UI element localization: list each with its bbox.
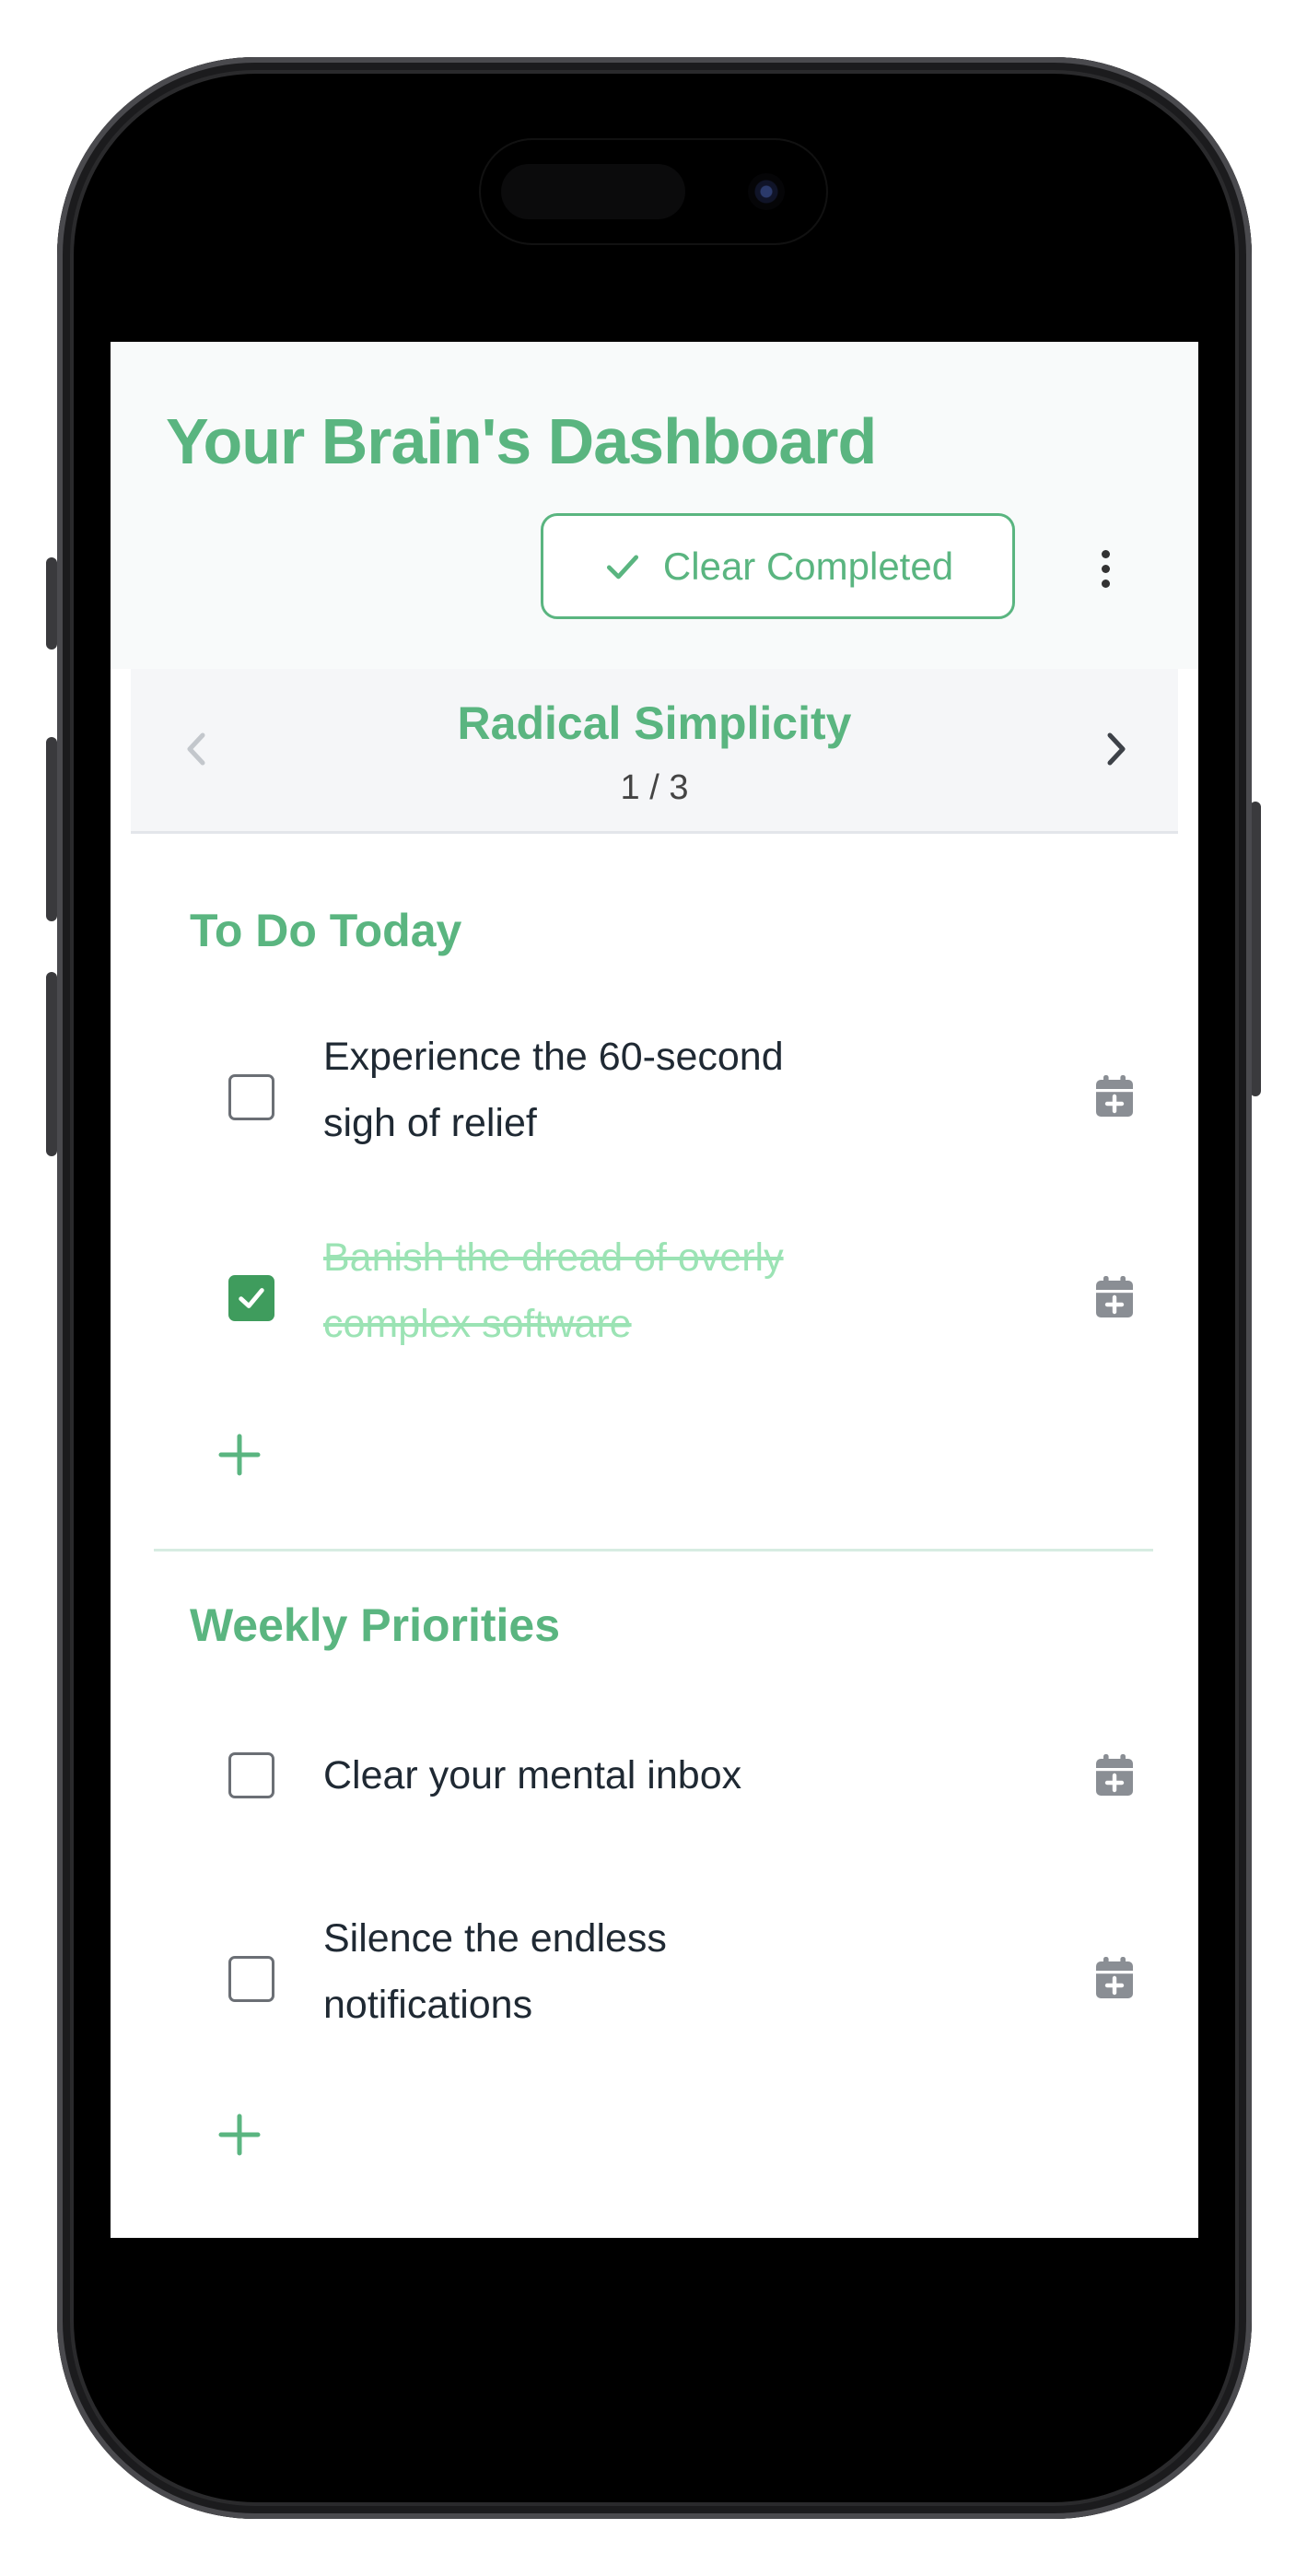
list-carousel: Radical Simplicity 1 / 3 xyxy=(131,669,1178,834)
kebab-menu-icon[interactable] xyxy=(1078,541,1133,596)
section-divider xyxy=(154,1549,1153,1551)
task-checkbox-checked[interactable] xyxy=(228,1275,274,1321)
task-checkbox[interactable] xyxy=(228,1074,274,1120)
task-text: Silence the endless notifications xyxy=(323,1916,667,2027)
chevron-right-icon[interactable] xyxy=(1084,717,1149,781)
dynamic-island xyxy=(481,140,826,243)
volume-down-button xyxy=(46,972,57,1156)
island-sensor xyxy=(501,164,685,219)
calendar-plus-icon[interactable] xyxy=(1094,1956,1135,2000)
task-text: Clear your mental inbox xyxy=(323,1753,742,1797)
page-indicator: 1 / 3 xyxy=(620,768,689,807)
clear-completed-label: Clear Completed xyxy=(662,544,954,588)
volume-up-button xyxy=(46,737,57,921)
add-task-button[interactable] xyxy=(212,1427,267,1482)
app-screen: Your Brain's Dashboard Clear Completed R… xyxy=(111,342,1198,2238)
task-checkbox[interactable] xyxy=(228,1956,274,2002)
page-title: Your Brain's Dashboard xyxy=(166,405,877,477)
task-text: Banish the dread of overly complex softw… xyxy=(323,1235,784,1346)
check-icon xyxy=(606,555,638,579)
calendar-plus-icon[interactable] xyxy=(1094,1275,1135,1319)
calendar-plus-icon[interactable] xyxy=(1094,1074,1135,1118)
kebab-dot xyxy=(1101,579,1110,588)
action-button xyxy=(46,557,57,650)
carousel-title: Radical Simplicity xyxy=(457,697,852,749)
clear-completed-button[interactable]: Clear Completed xyxy=(541,513,1015,619)
app-header: Your Brain's Dashboard Clear Completed xyxy=(111,342,1198,669)
calendar-plus-icon[interactable] xyxy=(1094,1753,1135,1797)
task-text: Experience the 60-second sigh of relief xyxy=(323,1035,784,1145)
task-checkbox[interactable] xyxy=(228,1752,274,1798)
section-title-weekly-priorities: Weekly Priorities xyxy=(190,1599,561,1651)
section-title-to-do-today: To Do Today xyxy=(190,905,462,956)
kebab-dot xyxy=(1101,549,1110,558)
front-camera xyxy=(748,173,785,210)
kebab-dot xyxy=(1101,564,1110,573)
checkmark-icon xyxy=(239,1288,264,1308)
add-task-button[interactable] xyxy=(212,2107,267,2162)
